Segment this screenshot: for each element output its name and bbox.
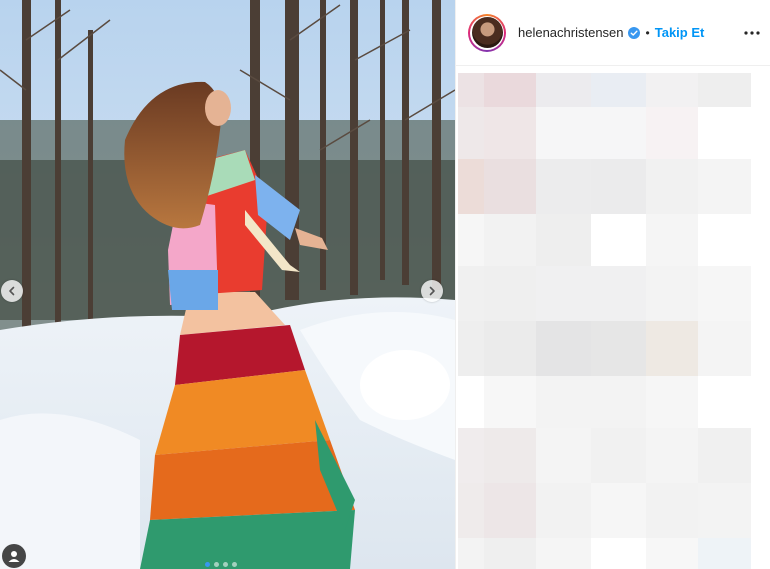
carousel-dot (223, 562, 228, 567)
carousel-dot (205, 562, 210, 567)
user-tags-button[interactable] (2, 544, 26, 568)
instagram-post: helenachristensen • Takip Et (0, 0, 770, 569)
header-separator: • (645, 25, 650, 40)
post-header: helenachristensen • Takip Et (456, 0, 770, 66)
more-options-button[interactable] (742, 24, 762, 42)
carousel-dot (232, 562, 237, 567)
verified-badge-icon (627, 26, 640, 39)
avatar[interactable] (468, 13, 506, 52)
avatar-border (470, 15, 504, 50)
pixelated-content (456, 67, 770, 569)
carousel-next-button[interactable] (421, 280, 443, 302)
carousel-prev-button[interactable] (1, 280, 23, 302)
avatar-image (471, 17, 503, 48)
username-link[interactable]: helenachristensen (518, 25, 624, 40)
chevron-left-icon (9, 286, 15, 296)
follow-button[interactable]: Takip Et (655, 25, 705, 40)
chevron-right-icon (429, 286, 435, 296)
post-photo (0, 0, 455, 569)
post-sidebar: helenachristensen • Takip Et (455, 0, 770, 569)
pixelated-comments-area (456, 67, 770, 569)
user-tag-icon (8, 551, 20, 562)
carousel-indicator (205, 562, 237, 567)
carousel-dot (214, 562, 219, 567)
more-options-icon (744, 31, 760, 35)
post-media[interactable] (0, 0, 455, 569)
